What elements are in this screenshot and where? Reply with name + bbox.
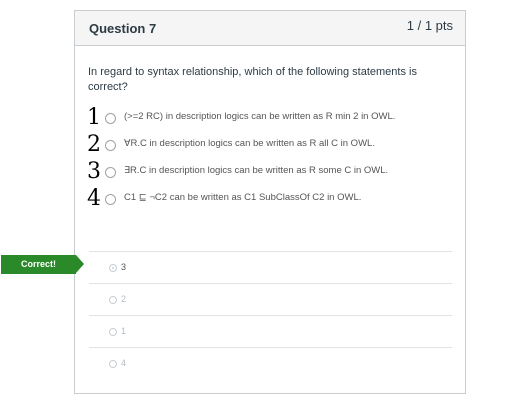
option-4[interactable]: 4 C1 ⊑ ¬C2 can be written as C1 SubClass… xyxy=(87,186,457,212)
selected-radio-icon xyxy=(109,264,117,272)
handwritten-number-4: 4 xyxy=(87,186,101,211)
option-1[interactable]: 1 (>=2 RC) in description logics can be … xyxy=(87,105,457,131)
question-text: In regard to syntax relationship, which … xyxy=(88,66,417,93)
radio-button[interactable] xyxy=(105,194,116,205)
answer-label: 2 xyxy=(121,294,127,304)
answer-row: 1 xyxy=(89,315,452,347)
answer-label: 1 xyxy=(121,326,127,336)
handwritten-number-1: 1 xyxy=(87,105,101,130)
question-header: Question 7 1 / 1 pts xyxy=(75,11,465,46)
option-2[interactable]: 2 ∀R.C in description logics can be writ… xyxy=(87,132,457,158)
handwritten-number-3: 3 xyxy=(87,159,101,184)
option-label: ∀R.C in description logics can be writte… xyxy=(124,138,375,149)
radio-button[interactable] xyxy=(105,113,116,124)
option-3[interactable]: 3 ∃R.C in description logics can be writ… xyxy=(87,159,457,185)
option-label: ∃R.C in description logics can be writte… xyxy=(124,165,389,176)
question-card: Question 7 1 / 1 pts In regard to syntax… xyxy=(74,10,466,394)
radio-icon xyxy=(109,328,117,336)
answer-row: 2 xyxy=(89,283,452,315)
answer-label: 4 xyxy=(121,358,127,368)
radio-button[interactable] xyxy=(105,140,116,151)
answer-row: 4 xyxy=(89,347,452,379)
correct-badge-label: Correct! xyxy=(20,259,56,269)
radio-icon xyxy=(109,296,117,304)
question-title: Question 7 xyxy=(89,21,157,36)
question-points: 1 / 1 pts xyxy=(406,18,453,33)
correct-badge: Correct! xyxy=(1,255,84,274)
option-label: C1 ⊑ ¬C2 can be written as C1 SubClassOf… xyxy=(124,192,362,203)
option-label: (>=2 RC) in description logics can be wr… xyxy=(124,111,396,122)
handwritten-number-2: 2 xyxy=(87,132,101,157)
radio-icon xyxy=(109,360,117,368)
answer-label: 3 xyxy=(121,262,127,272)
answer-row-selected: 3 xyxy=(89,251,452,283)
radio-button[interactable] xyxy=(105,167,116,178)
answer-results: 3 2 1 4 xyxy=(89,251,452,379)
